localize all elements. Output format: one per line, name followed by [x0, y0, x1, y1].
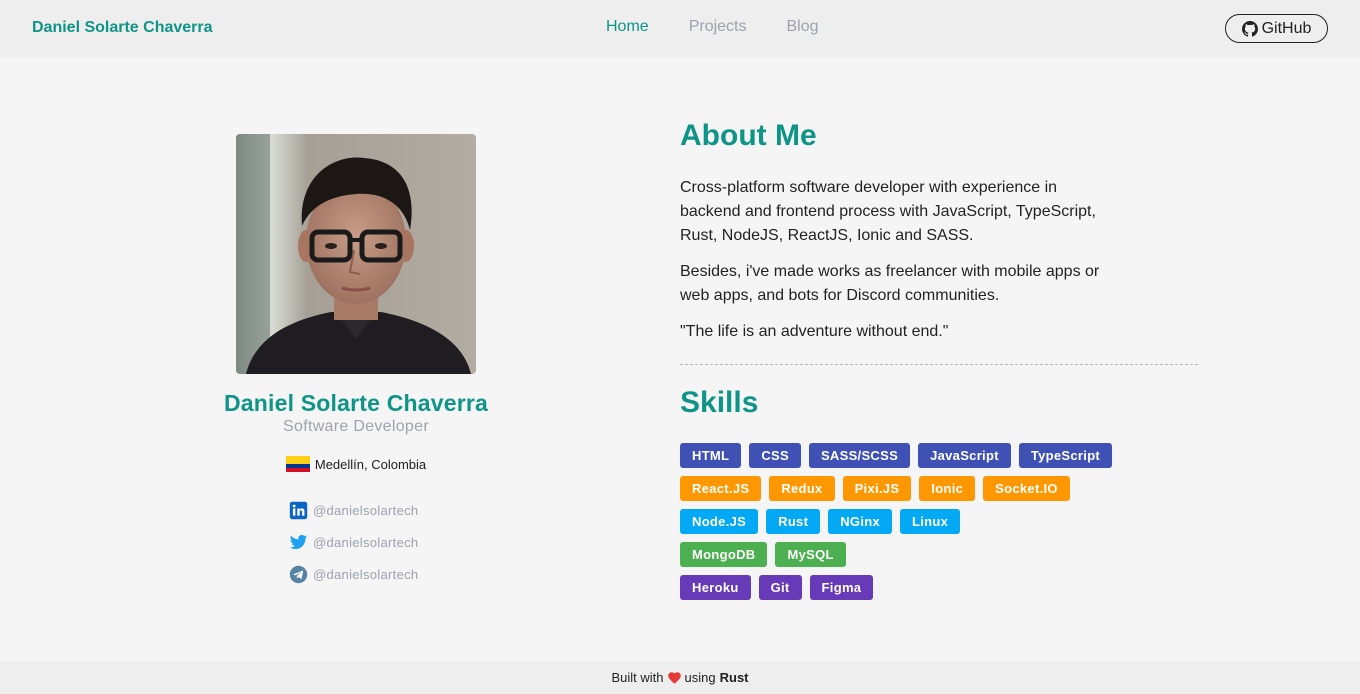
nav-projects-link[interactable]: Projects — [689, 18, 747, 36]
skill-tag: Rust — [766, 509, 821, 534]
skill-tag: React.JS — [680, 476, 762, 501]
skills-row-4: MongoDB MySQL — [680, 542, 846, 567]
skill-tag: Ionic — [919, 476, 976, 501]
profile-role: Software Developer — [283, 418, 429, 435]
location: Medellín, Colombia — [200, 456, 512, 472]
skill-tag: Socket.IO — [983, 476, 1070, 501]
skills-row-1: HTML CSS SASS/SCSS JavaScript TypeScript — [680, 443, 1113, 468]
skill-tag: HTML — [680, 443, 742, 468]
skills-row-2: React.JS Redux Pixi.JS Ionic Socket.IO — [680, 476, 1070, 501]
twitter-icon — [289, 534, 308, 550]
linkedin-handle: @danielsolartech — [313, 503, 419, 518]
skill-tag: Git — [758, 575, 802, 600]
github-icon — [1241, 20, 1258, 37]
skill-tag: MongoDB — [680, 542, 768, 567]
heart-icon — [667, 671, 681, 684]
footer-tech: Rust — [719, 670, 749, 685]
skill-tag: SASS/SCSS — [808, 443, 911, 468]
twitter-link[interactable]: @danielsolartech — [289, 533, 418, 552]
skill-tag: Node.JS — [680, 509, 759, 534]
skill-tag: Heroku — [680, 575, 751, 600]
github-label: GitHub — [1261, 19, 1312, 37]
telegram-link[interactable]: @danielsolartech — [289, 565, 418, 584]
profile-name: Daniel Solarte Chaverra — [223, 390, 489, 416]
about-quote: "The life is an adventure without end." — [680, 323, 949, 340]
linkedin-link[interactable]: @danielsolartech — [289, 501, 418, 520]
skill-tag: TypeScript — [1018, 443, 1113, 468]
skill-tag: Redux — [769, 476, 835, 501]
skill-tag: NGinx — [828, 509, 893, 534]
skill-tag: Pixi.JS — [842, 476, 912, 501]
profile-photo — [236, 134, 476, 374]
linkedin-icon — [289, 501, 308, 520]
skills-row-5: Heroku Git Figma — [680, 575, 874, 600]
top-navbar: Daniel Solarte Chaverra Home Projects Bl… — [0, 0, 1360, 57]
skill-tag: JavaScript — [918, 443, 1011, 468]
about-paragraph-1: Cross-platform software developer with e… — [680, 179, 1096, 244]
brand-link[interactable]: Daniel Solarte Chaverra — [32, 19, 213, 37]
colombia-flag-icon — [285, 456, 310, 472]
footer: Built with using Rust — [0, 661, 1360, 694]
skill-tag: CSS — [749, 443, 801, 468]
about-title: About Me — [680, 119, 817, 152]
skill-tag: MySQL — [775, 542, 846, 567]
location-text: Medellín, Colombia — [314, 456, 427, 472]
skills-row-3: Node.JS Rust NGinx Linux — [680, 509, 961, 534]
section-divider — [680, 364, 1198, 365]
main-nav: Home Projects Blog — [606, 18, 819, 36]
telegram-handle: @danielsolartech — [313, 567, 419, 582]
nav-home-link[interactable]: Home — [606, 18, 649, 36]
skills-title: Skills — [680, 386, 759, 419]
github-button[interactable]: GitHub — [1225, 14, 1328, 43]
footer-middle: using — [684, 670, 716, 685]
telegram-icon — [289, 565, 308, 584]
nav-blog-link[interactable]: Blog — [786, 18, 818, 36]
skill-tag: Figma — [809, 575, 874, 600]
skill-tag: Linux — [900, 509, 961, 534]
footer-prefix: Built with — [611, 670, 664, 685]
twitter-handle: @danielsolartech — [313, 535, 419, 550]
about-paragraph-2: Besides, i've made works as freelancer w… — [680, 263, 1100, 304]
